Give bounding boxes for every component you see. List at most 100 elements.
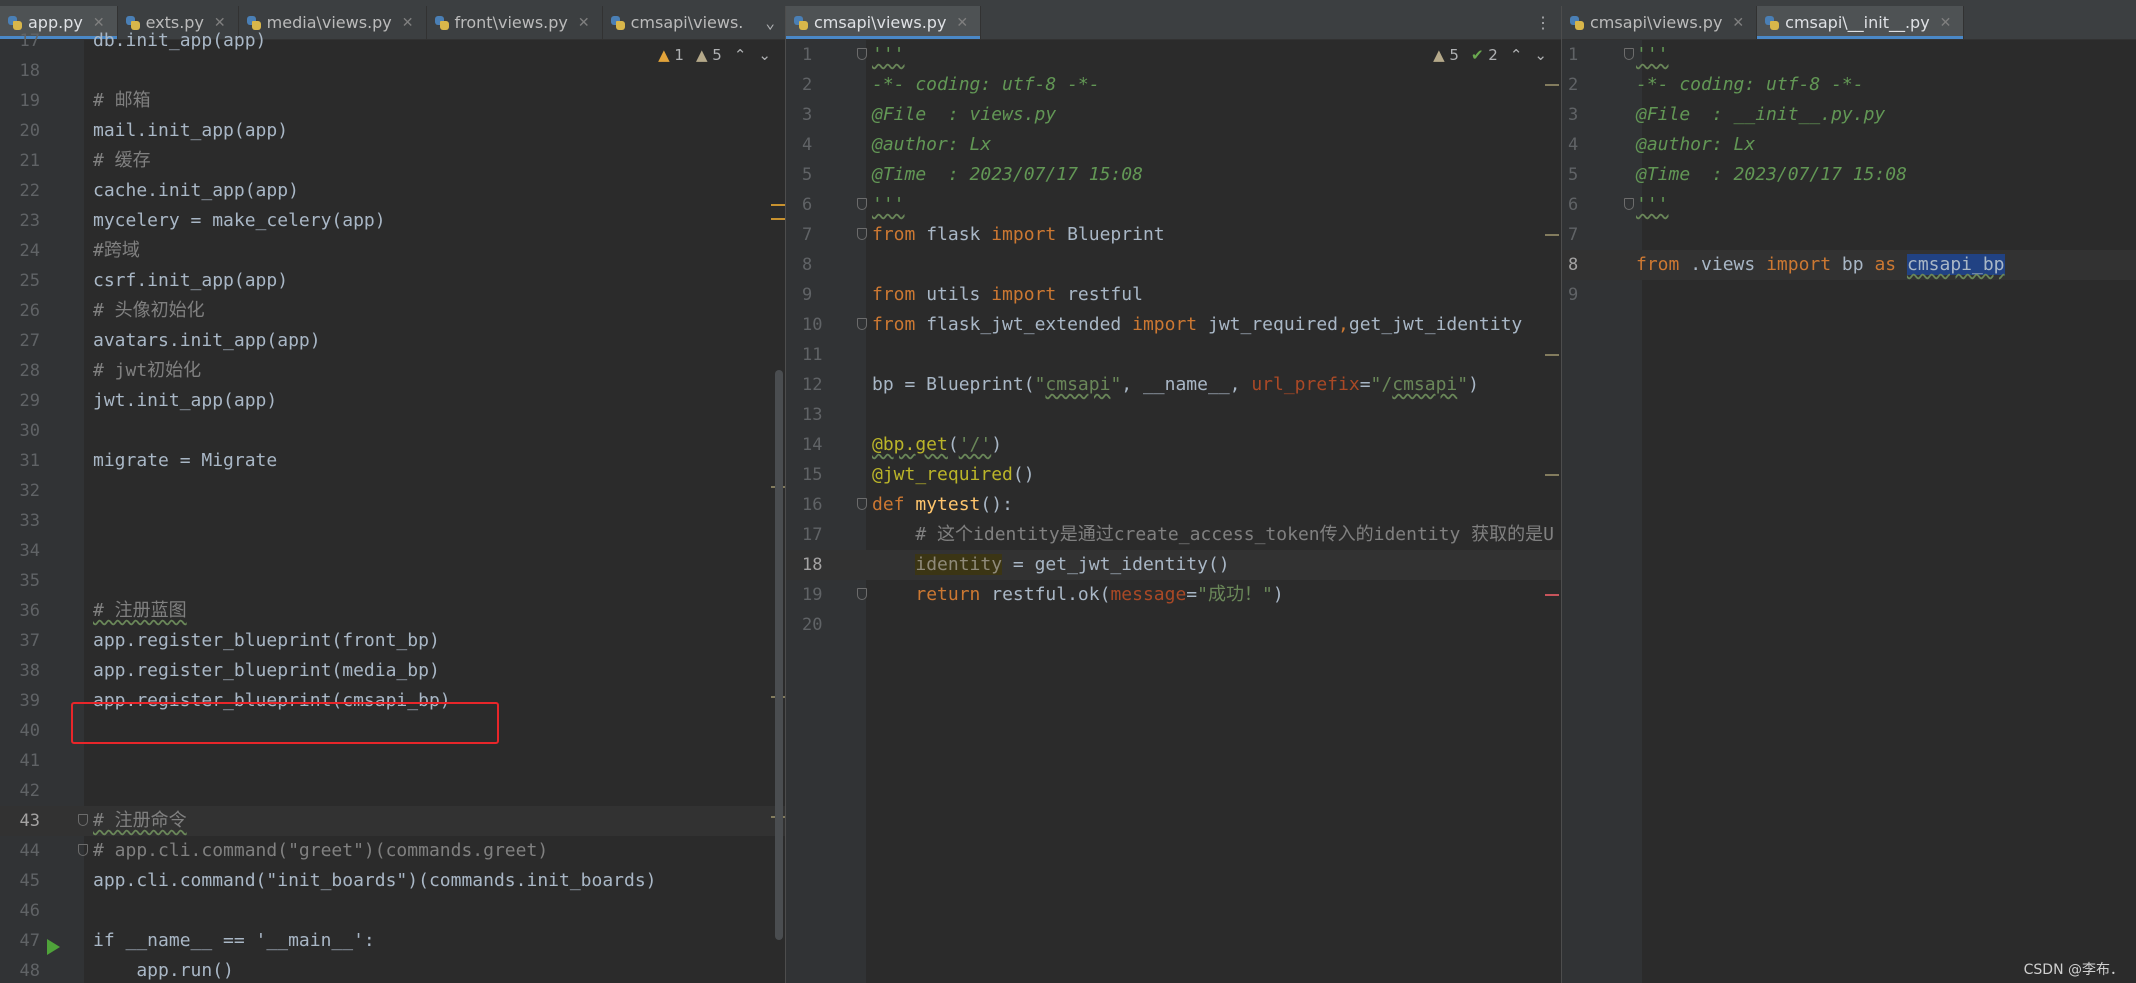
warning-marker[interactable] xyxy=(771,204,785,206)
inspection-widget[interactable]: ▲ 5 ✔ 2 ⌃ ⌄ xyxy=(1433,46,1547,64)
ok-count: 2 xyxy=(1488,46,1498,64)
error-marker[interactable] xyxy=(1545,594,1559,596)
python-file-icon xyxy=(1570,15,1584,31)
code-line: 48 app.run() xyxy=(19,960,234,981)
run-icon[interactable] xyxy=(47,939,60,955)
code-line: 29 jwt.init_app(app) xyxy=(19,390,278,411)
code-line: 46 xyxy=(19,901,40,921)
code-line: 9 from utils import restful xyxy=(786,280,1561,310)
code-line: 23 mycelery = make_celery(app) xyxy=(19,210,386,231)
code-editor[interactable]: ▲ 1 ▲ 5 ⌃ ⌄ 17 db.init_app(app) 18 19 # 邮箱… xyxy=(0,30,785,983)
tab-cmsapi-views-py[interactable]: cmsapi\views.py ✕ xyxy=(1562,6,1758,39)
next-highlight-icon[interactable]: ⌄ xyxy=(758,46,771,64)
watermark: CSDN @李布． xyxy=(2023,962,2124,978)
close-icon[interactable]: ✕ xyxy=(1732,15,1744,31)
code-line: 5 @Time : 2023/07/17 15:08 xyxy=(802,164,1143,185)
more-options-icon[interactable]: ⋮ xyxy=(1535,13,1551,32)
code-line: 3 @File : __init__.py.py xyxy=(1568,104,1886,125)
editor-pane-cmsapi-views: cmsapi\views.py ✕ ⋮ ▲ 5 ✔ 2 ⌃ ⌄ 1 ''' 2 -*-… xyxy=(786,6,1561,983)
code-line: 2 -*- coding: utf-8 -*- xyxy=(1568,74,1864,95)
editor-scrollbar[interactable] xyxy=(1545,40,1561,983)
fold-marker-icon[interactable] xyxy=(857,198,867,210)
code-line: 22 cache.init_app(app) xyxy=(19,180,299,201)
code-blueprint-def: bp = Blueprint("cmsapi", __name__, url_p… xyxy=(872,374,1479,395)
code-line: 7 xyxy=(1568,225,1579,245)
close-icon[interactable]: ✕ xyxy=(1940,15,1952,31)
tab-cmsapi-views-py[interactable]: cmsapi\views.py ✕ xyxy=(786,6,982,39)
code-editor[interactable]: ▲ 5 ✔ 2 ⌃ ⌄ 1 ''' 2 -*- coding: utf-8 -*- … xyxy=(786,40,1561,983)
code-line: 21 # 缓存 xyxy=(19,150,151,171)
next-highlight-icon[interactable]: ⌄ xyxy=(1534,46,1547,64)
code-line: 9 xyxy=(1568,285,1579,305)
fold-marker-icon[interactable] xyxy=(1624,198,1634,210)
editor-scrollbar[interactable] xyxy=(771,40,785,983)
code-decorator-jwt: @jwt_required() xyxy=(872,464,1035,485)
fold-marker-icon[interactable] xyxy=(857,228,867,240)
code-line: 44 # app.cli.command("greet")(commands.gr… xyxy=(19,840,549,861)
editor-pane-cmsapi-init: cmsapi\views.py ✕ cmsapi\__init__.py ✕ 1 ''… xyxy=(1562,6,2136,983)
weak-warning-marker[interactable] xyxy=(1545,474,1559,476)
fold-marker-icon[interactable] xyxy=(1624,48,1634,60)
highlight-box xyxy=(71,702,499,744)
code-def-mytest: def mytest(): xyxy=(872,494,1013,515)
fold-marker-icon[interactable] xyxy=(78,844,88,856)
fold-marker-icon[interactable] xyxy=(857,498,867,510)
code-line: 2 -*- coding: utf-8 -*- xyxy=(802,74,1100,95)
code-line: 1 ''' xyxy=(1568,44,1669,65)
editor-pane-app-py: app.py ✕ exts.py ✕ media\views.py ✕ front\v… xyxy=(0,6,785,983)
scrollbar-thumb[interactable] xyxy=(775,370,783,940)
code-line: 20 xyxy=(802,615,823,635)
tab-cmsapi-init-py[interactable]: cmsapi\__init__.py ✕ xyxy=(1757,6,1965,39)
warning-icon: ▲ xyxy=(658,46,670,64)
code-line: 30 xyxy=(19,421,40,441)
code-line: 17 # 这个identity是通过create_access_token传入的… xyxy=(802,524,1554,545)
fold-marker-icon[interactable] xyxy=(857,48,867,60)
code-line: 27 avatars.init_app(app) xyxy=(19,330,321,351)
inspection-widget[interactable]: ▲ 1 ▲ 5 ⌃ ⌄ xyxy=(658,46,771,64)
code-line: 7 from flask import Blueprint xyxy=(786,220,1561,250)
close-icon[interactable]: ✕ xyxy=(956,15,968,31)
code-line: 15 @jwt_required() xyxy=(786,460,1561,490)
code-line: 32 xyxy=(19,481,40,501)
code-line: 4 @author: Lx xyxy=(802,134,992,155)
code-line: 41 xyxy=(19,751,40,771)
fold-marker-icon[interactable] xyxy=(78,814,88,826)
weak-warning-marker[interactable] xyxy=(1545,354,1559,356)
code-line: 8 xyxy=(802,255,813,275)
code-import-views: from .views import bp as cmsapi_bp xyxy=(1636,254,2005,275)
code-line-current: 43 # 注册命令 xyxy=(0,806,785,836)
code-editor[interactable]: 1 ''' 2 -*- coding: utf-8 -*- 3 @File : __i… xyxy=(1562,40,2136,983)
code-line: 4 @author: Lx xyxy=(1568,134,1756,155)
weak-warning-marker[interactable] xyxy=(1545,234,1559,236)
code-import-flask: from flask import Blueprint xyxy=(872,224,1165,245)
weak-warning-count: 5 xyxy=(1449,46,1459,64)
code-line: 36 # 注册蓝图 xyxy=(19,600,187,621)
weak-warning-icon: ▲ xyxy=(695,46,708,64)
code-line: 45 app.cli.command("init_boards")(command… xyxy=(19,870,657,891)
tab-bar: cmsapi\views.py ✕ cmsapi\__init__.py ✕ xyxy=(1562,6,2136,40)
code-line-current: 8 from .views import bp as cmsapi_bp xyxy=(1562,250,2136,280)
code-return: return restful.ok(message="成功！") xyxy=(915,584,1284,605)
code-line: 28 # jwt初始化 xyxy=(19,360,202,381)
code-line: 3 @File : views.py xyxy=(802,104,1057,125)
code-line: 42 xyxy=(19,781,40,801)
check-icon: ✔ xyxy=(1470,46,1484,64)
previous-highlight-icon[interactable]: ⌃ xyxy=(734,46,747,64)
code-line: 37 app.register_blueprint(front_bp) xyxy=(19,630,440,651)
warning-marker[interactable] xyxy=(771,218,785,220)
code-line: 14 @bp.get('/') xyxy=(786,430,1561,460)
code-line: 35 xyxy=(19,571,40,591)
code-line: 26 # 头像初始化 xyxy=(19,300,205,321)
code-line: 20 mail.init_app(app) xyxy=(19,120,289,141)
code-line: 11 xyxy=(802,345,823,365)
python-file-icon xyxy=(1765,15,1780,31)
code-line: 25 csrf.init_app(app) xyxy=(19,270,289,291)
code-line: 33 xyxy=(19,511,40,531)
code-import-utils: from utils import restful xyxy=(872,284,1143,305)
code-line: 13 xyxy=(802,405,823,425)
weak-warning-marker[interactable] xyxy=(1545,84,1559,86)
previous-highlight-icon[interactable]: ⌃ xyxy=(1510,46,1523,64)
fold-marker-icon[interactable] xyxy=(857,588,867,600)
fold-marker-icon[interactable] xyxy=(857,318,867,330)
code-line: 31 migrate = Migrate xyxy=(19,450,278,471)
